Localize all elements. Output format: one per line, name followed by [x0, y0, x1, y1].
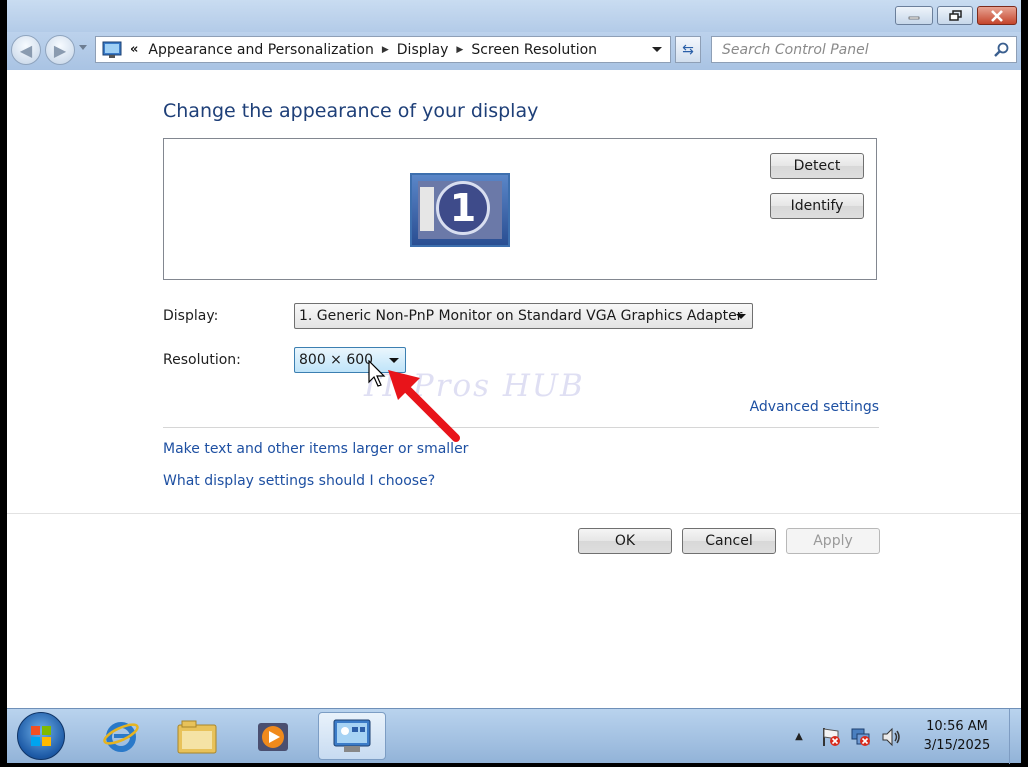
- breadcrumb-display[interactable]: Display: [397, 42, 449, 58]
- address-overflow-chevron[interactable]: «: [130, 42, 138, 57]
- minimize-icon: [908, 16, 920, 19]
- speaker-icon: [882, 727, 900, 746]
- monitor-1-tile[interactable]: 1: [410, 173, 510, 247]
- minimize-button[interactable]: [895, 6, 933, 25]
- network-tray[interactable]: [849, 709, 873, 764]
- action-center-flag-icon: [823, 727, 840, 746]
- resolution-dropdown-value: 800 × 600: [299, 352, 374, 368]
- windows-logo-icon: [31, 726, 51, 746]
- search-icon[interactable]: [994, 42, 1010, 58]
- refresh-button[interactable]: ⇆: [675, 36, 701, 63]
- display-dropdown[interactable]: 1. Generic Non-PnP Monitor on Standard V…: [294, 303, 753, 329]
- start-button[interactable]: [17, 712, 65, 760]
- control-panel-icon: [102, 41, 122, 58]
- annotation-arrow-icon: [388, 370, 460, 442]
- forward-button[interactable]: ▶: [45, 35, 75, 65]
- show-hidden-icons-button[interactable]: ▲: [791, 709, 807, 764]
- restore-icon: [948, 10, 962, 21]
- ok-button[interactable]: OK: [578, 528, 672, 554]
- detect-button[interactable]: Detect: [770, 153, 864, 179]
- footer-divider: [7, 513, 1021, 514]
- title-bar: [7, 0, 1021, 32]
- taskbar: ▲ 10:56 AM 3/15/2025: [7, 708, 1022, 764]
- close-button[interactable]: [977, 6, 1017, 25]
- identify-button[interactable]: Identify: [770, 193, 864, 219]
- control-panel-window: ◀ ▶ « Appearance and Personalization ▶ D…: [7, 0, 1021, 708]
- monitor-number-badge: 1: [436, 181, 490, 235]
- taskbar-media-player[interactable]: [239, 712, 307, 760]
- search-input[interactable]: [712, 37, 988, 62]
- taskbar-internet-explorer[interactable]: [87, 712, 155, 760]
- monitor-preview-window: [420, 187, 434, 231]
- taskbar-windows-explorer[interactable]: [163, 712, 231, 760]
- navigation-bar: ◀ ▶ « Appearance and Personalization ▶ D…: [7, 32, 1021, 70]
- cancel-button[interactable]: Cancel: [682, 528, 776, 554]
- control-panel-icon: [333, 719, 371, 752]
- breadcrumb-screen-resolution[interactable]: Screen Resolution: [471, 42, 597, 58]
- display-settings-help-link[interactable]: What display settings should I choose?: [163, 473, 435, 489]
- close-icon: [991, 9, 1003, 22]
- back-button[interactable]: ◀: [11, 35, 41, 65]
- address-dropdown-icon[interactable]: [652, 47, 662, 52]
- section-divider: [163, 427, 879, 428]
- recent-pages-dropdown[interactable]: [79, 45, 87, 50]
- forward-arrow-icon: ▶: [53, 40, 67, 60]
- internet-explorer-icon: [103, 722, 139, 752]
- restore-button[interactable]: [937, 6, 973, 25]
- show-desktop-button[interactable]: [1009, 709, 1022, 764]
- refresh-icon: ⇆: [682, 41, 694, 58]
- chevron-up-icon: ▲: [795, 731, 803, 742]
- chevron-down-icon: [736, 314, 746, 319]
- breadcrumb-appearance[interactable]: Appearance and Personalization: [148, 42, 373, 58]
- display-dropdown-value: 1. Generic Non-PnP Monitor on Standard V…: [299, 308, 743, 324]
- display-label: Display:: [163, 308, 219, 324]
- action-center-tray[interactable]: [819, 709, 843, 764]
- clock-time: 10:56 AM: [926, 719, 988, 734]
- system-clock[interactable]: 10:56 AM 3/15/2025: [907, 717, 1007, 755]
- resolution-label: Resolution:: [163, 352, 241, 368]
- windows-explorer-icon: [177, 720, 217, 754]
- page-title: Change the appearance of your display: [163, 100, 539, 122]
- advanced-settings-link[interactable]: Advanced settings: [750, 399, 879, 415]
- volume-tray[interactable]: [879, 709, 903, 764]
- back-arrow-icon: ◀: [19, 40, 33, 60]
- taskbar-control-panel[interactable]: [318, 712, 386, 760]
- clock-date: 3/15/2025: [923, 738, 991, 753]
- breadcrumb-separator-icon[interactable]: ▶: [456, 45, 463, 55]
- monitor-arrangement-panel: 1 Detect Identify: [163, 138, 877, 280]
- search-box[interactable]: [711, 36, 1017, 63]
- address-bar[interactable]: « Appearance and Personalization ▶ Displ…: [95, 36, 671, 63]
- apply-button[interactable]: Apply: [786, 528, 880, 554]
- breadcrumb-separator-icon[interactable]: ▶: [382, 45, 389, 55]
- media-player-icon: [258, 723, 288, 751]
- network-disconnected-icon: [851, 728, 870, 746]
